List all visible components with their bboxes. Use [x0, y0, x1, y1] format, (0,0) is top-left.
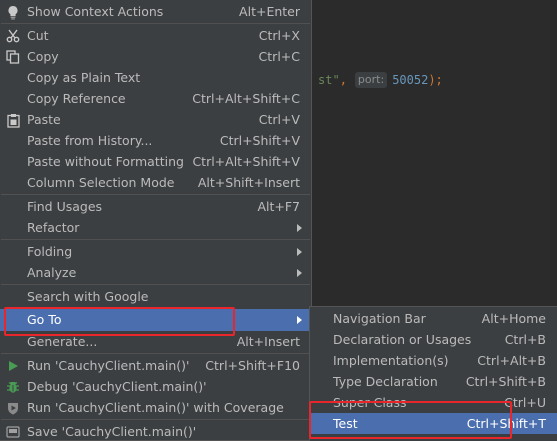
submenu-item-implementations[interactable]: Implementation(s) Ctrl+Alt+B: [310, 350, 557, 371]
submenu-arrow-icon: [297, 269, 302, 277]
menu-item-shortcut: Ctrl+Shift+F10: [205, 358, 300, 373]
run-icon: [5, 358, 21, 374]
menu-item-shortcut: Alt+F7: [257, 199, 300, 214]
submenu-item-declaration-or-usages[interactable]: Declaration or Usages Ctrl+B: [310, 329, 557, 350]
menu-item-label: Show Context Actions: [27, 4, 164, 19]
menu-separator: [1, 353, 310, 354]
menu-item-shortcut: Ctrl+Shift+T: [466, 416, 546, 431]
menu-item-shortcut: Ctrl+B: [504, 332, 546, 347]
menu-item-label: Generate...: [27, 334, 98, 349]
menu-item-run-with-coverage[interactable]: Run 'CauchyClient.main()' with Coverage: [0, 397, 311, 418]
menu-separator: [1, 419, 310, 420]
menu-item-folding[interactable]: Folding: [0, 241, 311, 262]
menu-item-label: Run 'CauchyClient.main()' with Coverage: [27, 400, 284, 415]
menu-separator: [1, 284, 310, 285]
scissors-icon: [5, 28, 21, 44]
menu-item-shortcut: Ctrl+X: [258, 28, 300, 43]
menu-separator: [1, 239, 310, 240]
context-menu: Show Context Actions Alt+Enter Cut Ctrl+…: [0, 0, 312, 441]
code-string: st": [318, 73, 340, 87]
submenu-arrow-icon: [297, 248, 302, 256]
menu-item-go-to[interactable]: Go To: [0, 309, 311, 331]
code-terminator: );: [428, 73, 443, 87]
menu-item-shortcut: Ctrl+Alt+Shift+C: [192, 91, 300, 106]
menu-item-paste-from-history[interactable]: Paste from History... Ctrl+Shift+V: [0, 130, 311, 151]
lightbulb-icon: [5, 4, 21, 20]
menu-item-label: Copy: [27, 49, 59, 64]
menu-item-shortcut: Alt+Enter: [239, 4, 300, 19]
menu-item-label: Implementation(s): [333, 353, 449, 368]
menu-item-label: Paste from History...: [27, 133, 153, 148]
menu-item-refactor[interactable]: Refactor: [0, 217, 311, 238]
menu-item-shortcut: Alt+Insert: [236, 334, 300, 349]
menu-item-copy[interactable]: Copy Ctrl+C: [0, 46, 311, 67]
menu-item-label: Copy as Plain Text: [27, 70, 141, 85]
submenu-item-navigation-bar[interactable]: Navigation Bar Alt+Home: [310, 308, 557, 329]
menu-item-show-context-actions[interactable]: Show Context Actions Alt+Enter: [0, 1, 311, 22]
menu-item-label: Paste: [27, 112, 61, 127]
menu-item-shortcut: Ctrl+U: [504, 395, 546, 410]
menu-item-label: Navigation Bar: [333, 311, 426, 326]
menu-item-debug[interactable]: Debug 'CauchyClient.main()': [0, 376, 311, 397]
menu-item-shortcut: Alt+Home: [481, 311, 546, 326]
menu-item-run[interactable]: Run 'CauchyClient.main()' Ctrl+Shift+F10: [0, 355, 311, 376]
menu-item-generate[interactable]: Generate... Alt+Insert: [0, 331, 311, 352]
menu-item-label: Super Class: [333, 395, 407, 410]
menu-item-label: Analyze: [27, 265, 77, 280]
menu-item-label: Declaration or Usages: [333, 332, 472, 347]
menu-item-label: Run 'CauchyClient.main()': [27, 358, 190, 373]
paste-icon: [5, 112, 21, 128]
menu-item-label: Search with Google: [27, 289, 149, 304]
menu-item-shortcut: Ctrl+V: [258, 112, 300, 127]
menu-item-copy-plain-text[interactable]: Copy as Plain Text: [0, 67, 311, 88]
menu-item-label: Type Declaration: [333, 374, 438, 389]
code-comma: ,: [339, 73, 347, 87]
submenu-item-test[interactable]: Test Ctrl+Shift+T: [310, 413, 557, 434]
menu-item-label: Debug 'CauchyClient.main()': [27, 379, 207, 394]
submenu-arrow-icon: [297, 224, 302, 232]
menu-item-column-selection-mode[interactable]: Column Selection Mode Alt+Shift+Insert: [0, 172, 311, 193]
submenu-item-type-declaration[interactable]: Type Declaration Ctrl+Shift+B: [310, 371, 557, 392]
save-icon: [5, 424, 21, 440]
menu-item-paste[interactable]: Paste Ctrl+V: [0, 109, 311, 130]
menu-item-label: Save 'CauchyClient.main()': [27, 424, 197, 439]
goto-submenu: Navigation Bar Alt+Home Declaration or U…: [309, 306, 557, 441]
menu-item-label: Cut: [27, 28, 49, 43]
debug-icon: [5, 379, 21, 395]
menu-item-paste-without-formatting[interactable]: Paste without Formatting Ctrl+Alt+Shift+…: [0, 151, 311, 172]
menu-separator: [1, 194, 310, 195]
port-number: 50052: [392, 73, 429, 87]
menu-item-search-with-google[interactable]: Search with Google: [0, 286, 311, 307]
menu-item-label: Paste without Formatting: [27, 154, 184, 169]
menu-item-cut[interactable]: Cut Ctrl+X: [0, 25, 311, 46]
menu-item-label: Test: [333, 416, 358, 431]
menu-item-shortcut: Alt+Shift+Insert: [197, 175, 300, 190]
menu-item-find-usages[interactable]: Find Usages Alt+F7: [0, 196, 311, 217]
menu-item-shortcut: Ctrl+Alt+B: [477, 353, 546, 368]
coverage-icon: [5, 400, 21, 416]
menu-item-label: Column Selection Mode: [27, 175, 175, 190]
code-line: st" , port: 50052 );: [318, 70, 443, 90]
menu-item-label: Find Usages: [27, 199, 103, 214]
menu-item-label: Folding: [27, 244, 73, 259]
menu-item-label: Go To: [27, 312, 62, 327]
menu-item-shortcut: Ctrl+Shift+B: [465, 374, 546, 389]
menu-item-save-configuration[interactable]: Save 'CauchyClient.main()': [0, 421, 311, 441]
menu-item-label: Refactor: [27, 220, 80, 235]
submenu-arrow-icon: [297, 316, 302, 324]
menu-item-shortcut: Ctrl+Shift+V: [219, 133, 300, 148]
copy-icon: [5, 49, 21, 65]
menu-item-shortcut: Ctrl+Alt+Shift+V: [192, 154, 300, 169]
menu-item-label: Copy Reference: [27, 91, 126, 106]
parameter-hint: port:: [354, 72, 388, 88]
menu-item-analyze[interactable]: Analyze: [0, 262, 311, 283]
submenu-item-super-class[interactable]: Super Class Ctrl+U: [310, 392, 557, 413]
menu-separator: [1, 23, 310, 24]
menu-item-copy-reference[interactable]: Copy Reference Ctrl+Alt+Shift+C: [0, 88, 311, 109]
menu-item-shortcut: Ctrl+C: [258, 49, 300, 64]
